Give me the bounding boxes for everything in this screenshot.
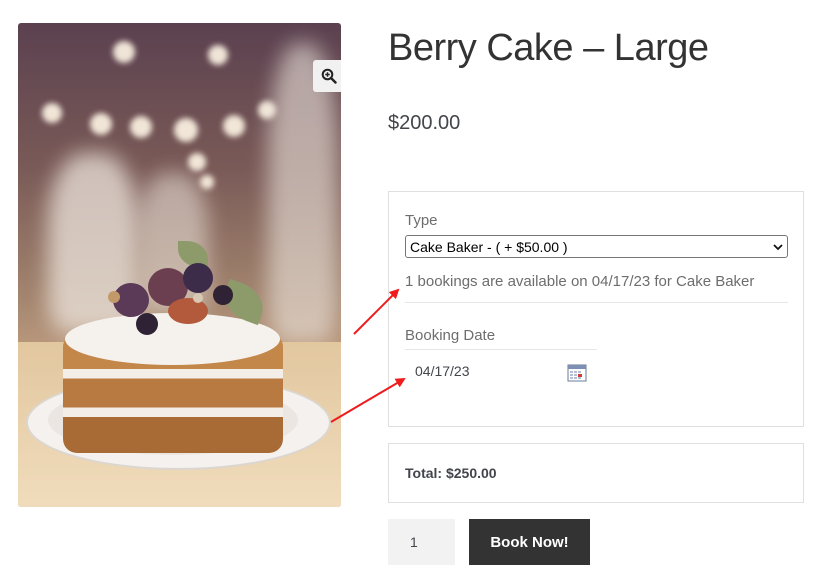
blackberry: [136, 313, 158, 335]
nut: [108, 291, 120, 303]
booking-date-input[interactable]: 04/17/23: [415, 363, 470, 379]
bokeh-light: [208, 45, 228, 65]
booking-date-label: Booking Date: [405, 327, 496, 344]
bokeh-light: [223, 115, 245, 137]
book-now-button[interactable]: Book Now!: [469, 519, 590, 565]
type-select[interactable]: Cake Baker - ( + $50.00 ): [405, 235, 788, 258]
blackberry: [213, 285, 233, 305]
magnifier-zoom-icon: [321, 68, 337, 84]
divider: [405, 302, 788, 303]
product-title: Berry Cake – Large: [388, 27, 709, 69]
availability-message: 1 bookings are available on 04/17/23 for…: [405, 273, 755, 290]
bokeh-light: [174, 118, 198, 142]
quantity-input[interactable]: 1: [388, 519, 455, 565]
booking-total: Total: $250.00: [405, 465, 497, 481]
bokeh-light: [42, 103, 62, 123]
bokeh-light: [130, 116, 152, 138]
bokeh-light: [90, 113, 112, 135]
type-label: Type: [405, 212, 438, 229]
product-image[interactable]: [18, 23, 341, 507]
berry: [183, 263, 213, 293]
calendar-icon[interactable]: [567, 362, 587, 382]
fig-slice: [168, 298, 208, 324]
type-select-value: Cake Baker - ( + $50.00 ): [410, 238, 568, 255]
bokeh-light: [113, 41, 135, 63]
chevron-down-icon: [773, 243, 783, 250]
date-field-border: [405, 349, 597, 350]
bokeh-light: [200, 175, 214, 189]
product-price: $200.00: [388, 112, 461, 134]
bokeh-light: [188, 153, 206, 171]
zoom-button[interactable]: [313, 60, 341, 92]
total-box: Total: $250.00: [388, 443, 804, 503]
booking-form: Type Cake Baker - ( + $50.00 ) 1 booking…: [388, 191, 804, 427]
nut: [193, 293, 203, 303]
